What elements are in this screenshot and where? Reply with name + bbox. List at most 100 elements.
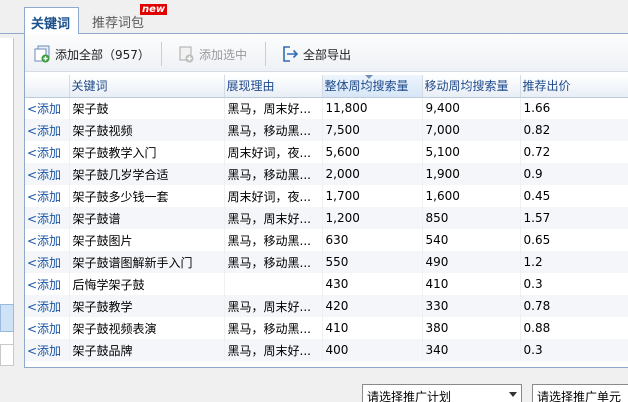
add-all-icon <box>34 45 50 63</box>
keyword-cell: 架子鼓教学 <box>69 295 225 317</box>
left-panel-input-edge[interactable] <box>0 344 14 366</box>
add-link[interactable]: <添加 <box>25 185 70 207</box>
add-selected-button[interactable]: 添加选中 <box>177 44 247 64</box>
reason-cell: 黑马，周末好... <box>224 339 323 361</box>
keyword-cell: 架子鼓视频 <box>69 119 225 141</box>
table-row[interactable]: <添加 架子鼓谱图解新手入门 黑马，移动黑... 550 490 1.2 <box>25 251 628 273</box>
reason-cell: 周末好词，夜... <box>224 141 323 163</box>
overall-search-cell: 1,700 <box>322 185 423 207</box>
reason-cell: 黑马，周末好... <box>224 97 323 119</box>
toolbar-divider <box>161 42 162 66</box>
table-row[interactable]: <添加 架子鼓 黑马，周末好... 11,800 9,400 1.66 <box>25 97 628 119</box>
keyword-cell: 架子鼓 <box>69 97 225 119</box>
add-link[interactable]: <添加 <box>25 207 70 229</box>
reason-cell: 黑马，移动黑... <box>224 119 323 141</box>
toolbar: 添加全部（957） 添加选中 全部导出 <box>25 34 628 72</box>
mobile-search-cell: 850 <box>422 207 521 229</box>
bid-cell: 0.78 <box>520 295 628 317</box>
mobile-search-cell: 410 <box>422 273 521 295</box>
table-header-row: 关键词 展现理由 整体周均搜索量 移动周均搜索量 推荐出价 <box>25 75 628 98</box>
keyword-cell: 架子鼓几岁学合适 <box>69 163 225 185</box>
reason-cell: 黑马，移动黑... <box>224 251 323 273</box>
overall-search-cell: 550 <box>322 251 423 273</box>
add-link[interactable]: <添加 <box>25 141 70 163</box>
add-all-button[interactable]: 添加全部（957） <box>33 44 150 64</box>
add-selected-label: 添加选中 <box>199 47 248 62</box>
table-row[interactable]: <添加 架子鼓谱 黑马，周末好... 1,200 850 1.57 <box>25 207 628 229</box>
table-row[interactable]: <添加 架子鼓几岁学合适 黑马，移动黑... 2,000 1,900 0.9 <box>25 163 628 185</box>
header-bid[interactable]: 推荐出价 <box>520 75 628 98</box>
tab-strip: 关键词 推荐词包 new <box>0 0 628 35</box>
bid-cell: 0.65 <box>520 229 628 251</box>
overall-search-cell: 2,000 <box>322 163 423 185</box>
bid-cell: 1.66 <box>520 97 628 119</box>
bid-cell: 0.72 <box>520 141 628 163</box>
mobile-search-cell: 9,400 <box>422 97 521 119</box>
overall-search-cell: 11,800 <box>322 97 423 119</box>
table-row[interactable]: <添加 架子鼓教学入门 周末好词，夜... 5,600 5,100 0.72 <box>25 141 628 163</box>
export-icon <box>283 46 299 62</box>
overall-search-cell: 410 <box>322 317 423 339</box>
mobile-search-cell: 490 <box>422 251 521 273</box>
keyword-cell: 架子鼓品牌 <box>69 339 225 361</box>
unit-select[interactable]: 请选择推广单元 <box>532 384 628 402</box>
table-row[interactable]: <添加 架子鼓多少钱一套 周末好词，夜... 1,700 1,600 0.45 <box>25 185 628 207</box>
add-link[interactable]: <添加 <box>25 273 70 295</box>
table-body: <添加 架子鼓 黑马，周末好... 11,800 9,400 1.66 <添加 架子鼓视频 黑马… <box>25 97 628 361</box>
reason-cell: 周末好词，夜... <box>224 185 323 207</box>
header-mobile-search[interactable]: 移动周均搜索量 <box>422 75 521 98</box>
bid-cell: 1.2 <box>520 251 628 273</box>
table-row[interactable]: <添加 架子鼓视频 黑马，移动黑... 7,500 7,000 0.82 <box>25 119 628 141</box>
tab-keywords[interactable]: 关键词 <box>24 7 79 35</box>
export-all-button[interactable]: 全部导出 <box>281 44 351 64</box>
bid-cell: 0.3 <box>520 339 628 361</box>
header-keyword[interactable]: 关键词 <box>69 75 225 98</box>
table-row[interactable]: <添加 架子鼓图片 黑马，移动黑... 630 540 0.65 <box>25 229 628 251</box>
overall-search-cell: 430 <box>322 273 423 295</box>
reason-cell: 黑马，移动黑... <box>224 317 323 339</box>
reason-cell: 黑马，周末好... <box>224 295 323 317</box>
toolbar-divider <box>265 42 266 66</box>
add-all-label: 添加全部（957） <box>55 47 150 62</box>
table-row[interactable]: <添加 架子鼓品牌 黑马，周末好... 400 340 0.3 <box>25 339 628 361</box>
overall-search-cell: 630 <box>322 229 423 251</box>
add-link[interactable]: <添加 <box>25 295 70 317</box>
table-row[interactable]: <添加 架子鼓视频表演 黑马，移动黑... 410 380 0.88 <box>25 317 628 339</box>
export-all-label: 全部导出 <box>303 47 352 62</box>
bid-cell: 0.45 <box>520 185 628 207</box>
left-panel-selected-item[interactable] <box>0 304 14 332</box>
mobile-search-cell: 330 <box>422 295 521 317</box>
table-row[interactable]: <添加 架子鼓教学 黑马，周末好... 420 330 0.78 <box>25 295 628 317</box>
reason-cell: 黑马，移动黑... <box>224 163 323 185</box>
mobile-search-cell: 540 <box>422 229 521 251</box>
new-badge: new <box>140 4 168 15</box>
mobile-search-cell: 5,100 <box>422 141 521 163</box>
header-overall-search[interactable]: 整体周均搜索量 <box>322 75 423 98</box>
add-link[interactable]: <添加 <box>25 119 70 141</box>
bid-cell: 0.82 <box>520 119 628 141</box>
keyword-table: 关键词 展现理由 整体周均搜索量 移动周均搜索量 推荐出价 <添加 架子鼓 黑马，周… <box>25 75 628 361</box>
header-reason[interactable]: 展现理由 <box>224 75 323 98</box>
keyword-cell: 后悔学架子鼓 <box>69 273 225 295</box>
plan-select[interactable]: 请选择推广计划 <box>362 384 522 402</box>
add-link[interactable]: <添加 <box>25 163 70 185</box>
mobile-search-cell: 1,600 <box>422 185 521 207</box>
bid-cell: 0.88 <box>520 317 628 339</box>
mobile-search-cell: 340 <box>422 339 521 361</box>
table-row[interactable]: <添加 后悔学架子鼓 430 410 0.3 <box>25 273 628 295</box>
header-action <box>25 75 70 98</box>
add-link[interactable]: <添加 <box>25 317 70 339</box>
keyword-cell: 架子鼓谱图解新手入门 <box>69 251 225 273</box>
add-link[interactable]: <添加 <box>25 251 70 273</box>
chevron-down-icon <box>509 392 517 397</box>
add-link[interactable]: <添加 <box>25 339 70 361</box>
keyword-cell: 架子鼓视频表演 <box>69 317 225 339</box>
sort-desc-icon <box>364 75 373 79</box>
add-link[interactable]: <添加 <box>25 97 70 119</box>
unit-select-value: 请选择推广单元 <box>537 390 622 402</box>
bid-cell: 1.57 <box>520 207 628 229</box>
add-link[interactable]: <添加 <box>25 229 70 251</box>
mobile-search-cell: 1,900 <box>422 163 521 185</box>
mobile-search-cell: 7,000 <box>422 119 521 141</box>
reason-cell: 黑马，周末好... <box>224 207 323 229</box>
